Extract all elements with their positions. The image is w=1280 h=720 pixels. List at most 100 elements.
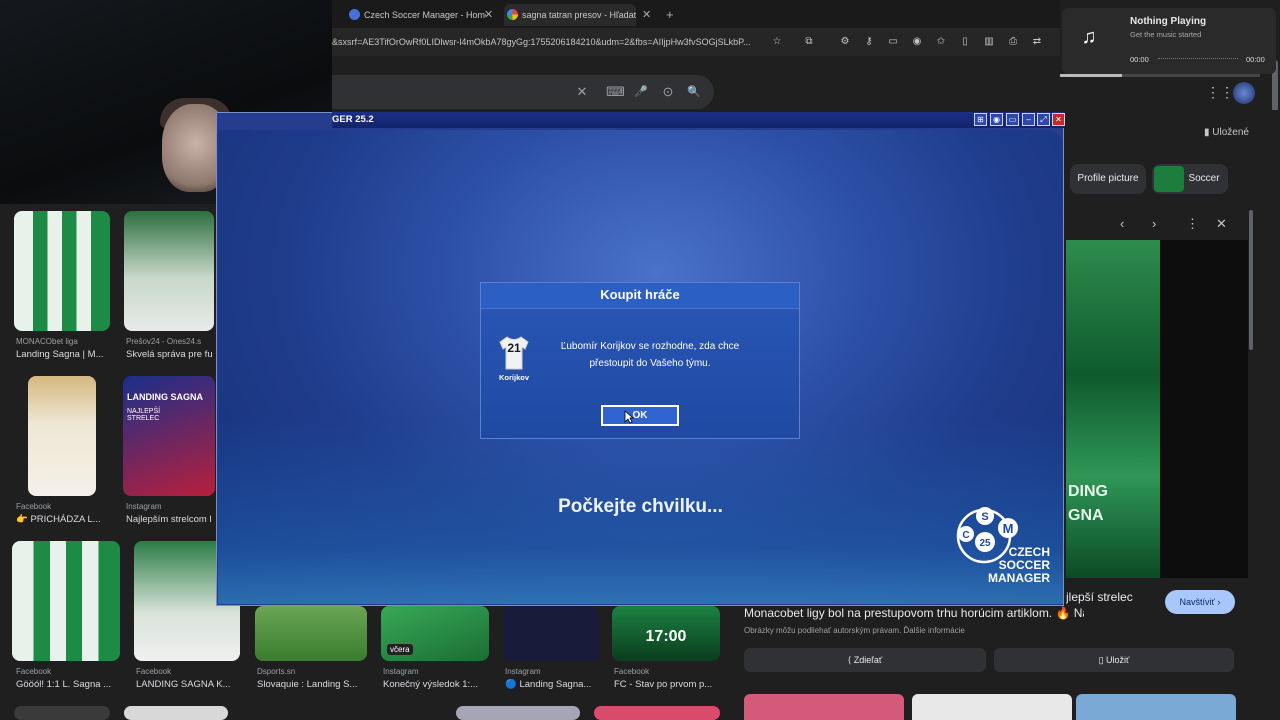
game-titlebar[interactable] (332, 112, 1064, 128)
location-icon[interactable]: ◉ (910, 36, 924, 48)
result-title[interactable]: Gööól! 1:1 L. Sagna ... (16, 679, 124, 690)
related-thumbnail[interactable] (1076, 694, 1236, 720)
keyboard-icon[interactable]: ⌨ (606, 84, 625, 100)
music-time-end: 00:00 (1246, 55, 1265, 64)
mouse-cursor-icon (624, 410, 634, 424)
result-thumbnail[interactable] (456, 706, 580, 720)
dialog-message-line: Ľubomír Korijkov se rozhodne, zda chce (560, 341, 740, 352)
close-tab-icon[interactable]: ✕ (642, 4, 651, 26)
more-options-icon[interactable]: ⋮ (1186, 216, 1199, 232)
translate-icon[interactable]: ⇄ (1030, 36, 1044, 48)
sidebar-icon[interactable]: ▯ (958, 36, 972, 48)
panel-scrollbar[interactable] (1249, 210, 1253, 350)
lens-icon[interactable]: ⊙ (660, 84, 676, 100)
favorites-icon[interactable]: ✩ (934, 36, 948, 48)
preview-image[interactable]: DING GNA (1066, 240, 1160, 578)
result-title[interactable]: Konečný výsledok 1:... (383, 679, 489, 690)
tab-title: Czech Soccer Manager - Home (364, 10, 486, 20)
card-icon[interactable]: ▭ (886, 36, 900, 48)
preview-image-margin (1160, 240, 1248, 578)
save-button[interactable]: ▯ Uložiť (994, 648, 1234, 672)
microphone-icon[interactable]: 🎤 (633, 84, 649, 100)
result-thumbnail[interactable] (594, 706, 720, 720)
tab-czech-soccer-manager[interactable]: Czech Soccer Manager - Home (346, 4, 486, 26)
related-thumbnail[interactable] (744, 694, 904, 720)
result-thumbnail[interactable] (503, 606, 599, 661)
result-thumbnail[interactable]: LANDING SAGNA NAJLEPŠÍ STRELEC (123, 376, 215, 496)
dialog-message-line: přestoupit do Vašeho týmu. (589, 358, 711, 369)
result-thumbnail[interactable] (124, 211, 214, 331)
result-thumbnail[interactable] (14, 211, 110, 331)
game-window-title: GER 25.2 (332, 114, 374, 125)
result-title[interactable]: 👉 PRICHÁDZA L... (16, 514, 112, 525)
dialog-title: Koupit hráče (600, 287, 680, 302)
preview-overlay-text: DING GNA (1068, 483, 1108, 524)
result-thumbnail[interactable] (255, 606, 367, 661)
logo-line: MANAGER (988, 571, 1050, 585)
new-tab-button[interactable]: + (666, 4, 674, 26)
search-input[interactable] (332, 75, 714, 109)
apps-grid-icon[interactable]: ⋮⋮ (1206, 84, 1234, 101)
bookmark-star-icon[interactable]: ☆ (770, 36, 784, 48)
result-source: MONACObet liga (16, 337, 78, 346)
tab-title: sagna tatran presov - Hľadať G (522, 10, 636, 20)
result-source: Dsports.sn (257, 667, 296, 676)
visit-button[interactable]: Navštíviť › (1165, 590, 1235, 614)
address-bar-url[interactable]: &sxsrf=AE3TifOrOwRf0LIDlwsr-l4mOkbA78gyG… (332, 30, 762, 54)
grid-view-icon[interactable]: ⊞ (974, 113, 987, 126)
result-title[interactable]: 🔵 Landing Sagna... (505, 679, 599, 690)
result-source: Prešov24 - Ones24.s (126, 337, 202, 346)
csm-logo-text: CZECH SOCCER MANAGER (970, 546, 1050, 585)
result-thumbnail[interactable]: včera (381, 606, 489, 661)
avatar[interactable] (1233, 82, 1255, 104)
minimize-icon[interactable]: – (1022, 113, 1035, 126)
key-icon[interactable]: ⚷ (862, 36, 876, 48)
result-title[interactable]: FC - Stav po prvom p... (614, 679, 720, 690)
result-thumbnail[interactable] (12, 541, 120, 661)
next-arrow-icon[interactable]: › (1152, 216, 1156, 231)
result-title[interactable]: Skvelá správa pre fu (126, 349, 214, 360)
screenshot-icon[interactable]: ◉ (990, 113, 1003, 126)
saved-link[interactable]: ▮ Uložené (1204, 127, 1249, 138)
loading-text: Počkejte chvilku... (558, 496, 723, 517)
close-panel-icon[interactable]: ✕ (1216, 216, 1227, 232)
restore-icon[interactable]: ▭ (1006, 113, 1019, 126)
preview-title[interactable]: Monacobet ligy bol na prestupovom trhu h… (744, 606, 1084, 620)
tab-google-search[interactable]: sagna tatran presov - Hľadať G (504, 4, 636, 26)
fullscreen-icon[interactable]: ⤢ (1037, 113, 1050, 126)
result-title[interactable]: LANDING SAGNA K... (136, 679, 240, 690)
prev-arrow-icon[interactable]: ‹ (1120, 216, 1124, 231)
globe-icon (349, 9, 360, 20)
close-game-icon[interactable]: ✕ (1052, 113, 1065, 126)
result-title[interactable]: Landing Sagna | M... (16, 349, 112, 360)
related-thumbnail[interactable] (912, 694, 1072, 720)
preview-title-top: jlepší strelec (1066, 590, 1133, 604)
clear-search-icon[interactable]: ✕ (574, 84, 590, 100)
trash-icon[interactable]: ▥ (982, 36, 996, 48)
result-title[interactable]: Slovaquie : Landing S... (257, 679, 367, 690)
music-time-start: 00:00 (1130, 55, 1149, 64)
result-thumbnail[interactable]: 17:00 (612, 606, 720, 661)
copyright-note: Obrázky môžu podliehať autorským právam.… (744, 626, 965, 635)
logo-letter: C (962, 530, 969, 541)
result-source: Instagram (126, 502, 162, 511)
search-icon[interactable]: 🔍 (686, 84, 702, 100)
result-source: Facebook (16, 502, 52, 511)
result-title[interactable]: Najlepším strelcom l (126, 514, 214, 525)
thumb-text: LANDING SAGNA (127, 392, 203, 402)
result-thumbnail[interactable] (14, 706, 110, 720)
toolbar-icon[interactable]: ⚙ (838, 36, 852, 48)
browser-tab-bar: Czech Soccer Manager - Home ✕ sagna tatr… (332, 0, 1060, 28)
share-button[interactable]: ⟨ Zdieľať (744, 648, 986, 672)
result-source: Instagram (505, 667, 541, 676)
result-thumbnail[interactable] (28, 376, 96, 496)
extension-icon[interactable]: ⧉ (802, 36, 816, 48)
dialog-message: Ľubomír Korijkov se rozhodne, zda chce p… (540, 338, 760, 372)
close-tab-icon[interactable]: ✕ (484, 4, 493, 26)
print-icon[interactable]: ⎙ (1006, 36, 1020, 48)
result-thumbnail[interactable] (124, 706, 228, 720)
chip-soccer[interactable]: Soccer (1152, 164, 1228, 194)
ok-button[interactable]: OK (601, 405, 679, 426)
chip-profile-picture[interactable]: Profile picture (1070, 164, 1146, 194)
music-progress[interactable] (1158, 58, 1238, 61)
